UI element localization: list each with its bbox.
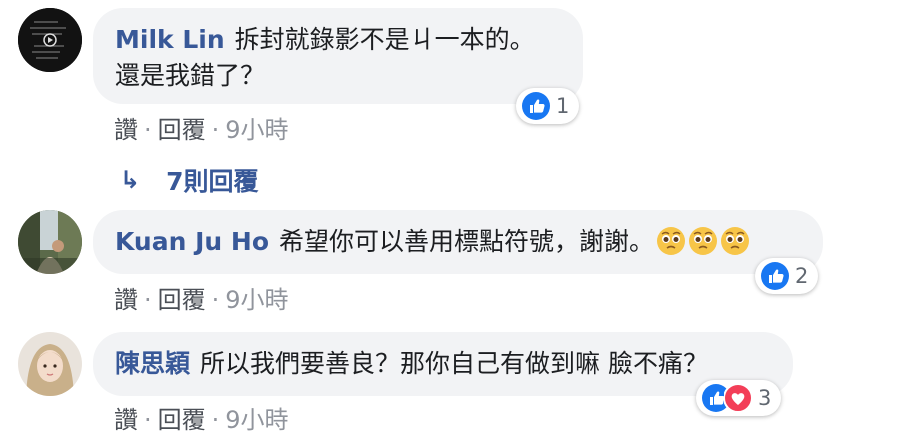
avatar[interactable] [18,332,82,396]
video-thumbnail-icon [18,8,82,72]
reaction-summary[interactable]: 2 [755,258,819,294]
reaction-count: 3 [758,386,772,410]
timestamp[interactable]: 9小時 [225,116,288,144]
like-link[interactable]: 讚 [114,406,138,434]
comment-author[interactable]: 陳思穎 [115,349,190,378]
separator-dot: · [144,116,152,144]
comment-bubble: 陳思穎 所以我們要善良？那你自己有做到嘛 臉不痛？ [93,332,793,396]
reaction-summary[interactable]: 1 [516,88,580,124]
like-icon [761,262,789,290]
comment-author[interactable]: Milk Lin [115,25,225,54]
comment-line: 陳思穎 所以我們要善良？那你自己有做到嘛 臉不痛？ [115,346,771,382]
comment-text-line2: 還是我錯了？ [115,61,266,90]
reply-link[interactable]: 回覆 [158,286,206,314]
reaction-count: 2 [795,264,809,288]
pleading-face-icon [688,226,718,266]
comment-bubble: Milk Lin 拆封就錄影不是ㄐ一本的。 還是我錯了？ [93,8,583,104]
separator-dot: · [144,286,152,314]
reaction-count: 1 [556,94,570,118]
comment-actions: 讚 · 回覆 · 9小時 [114,400,289,435]
comment-line: Milk Lin 拆封就錄影不是ㄐ一本的。 [115,22,561,58]
separator-dot: · [211,406,220,434]
pleading-face-icon [656,226,686,266]
comment-actions: 讚 · 回覆 · 9小時 [114,110,289,145]
timestamp[interactable]: 9小時 [225,286,288,314]
comment-text: 希望你可以善用標點符號，謝謝。 [279,227,655,256]
comment-bubble: Kuan Ju Ho 希望你可以善用標點符號，謝謝。 [93,210,823,274]
avatar[interactable] [18,8,82,72]
like-link[interactable]: 讚 [114,116,138,144]
reply-link[interactable]: 回覆 [158,406,206,434]
reply-arrow-icon: ↳ [120,166,141,194]
timestamp[interactable]: 9小時 [225,406,288,434]
like-link[interactable]: 讚 [114,286,138,314]
love-icon [724,384,752,412]
separator-dot: · [211,116,220,144]
reaction-summary[interactable]: 3 [696,380,782,416]
comment-text: 拆封就錄影不是ㄐ一本的。 [234,25,535,54]
comment-actions: 讚 · 回覆 · 9小時 [114,280,289,315]
comment-text: 所以我們要善良？那你自己有做到嘛 臉不痛？ [200,349,708,378]
pleading-face-icon [720,226,750,266]
comment-author[interactable]: Kuan Ju Ho [115,227,269,256]
replies-count-label: 7則回覆 [166,167,259,196]
separator-dot: · [144,406,152,434]
person-photo-icon [18,332,82,396]
waterfall-photo-icon [18,210,82,274]
separator-dot: · [211,286,220,314]
like-icon [522,92,550,120]
reply-link[interactable]: 回覆 [158,116,206,144]
view-replies-link[interactable]: ↳ 7則回覆 [120,162,259,198]
avatar[interactable] [18,210,82,274]
comment-line: Kuan Ju Ho 希望你可以善用標點符號，謝謝。 [115,224,801,266]
